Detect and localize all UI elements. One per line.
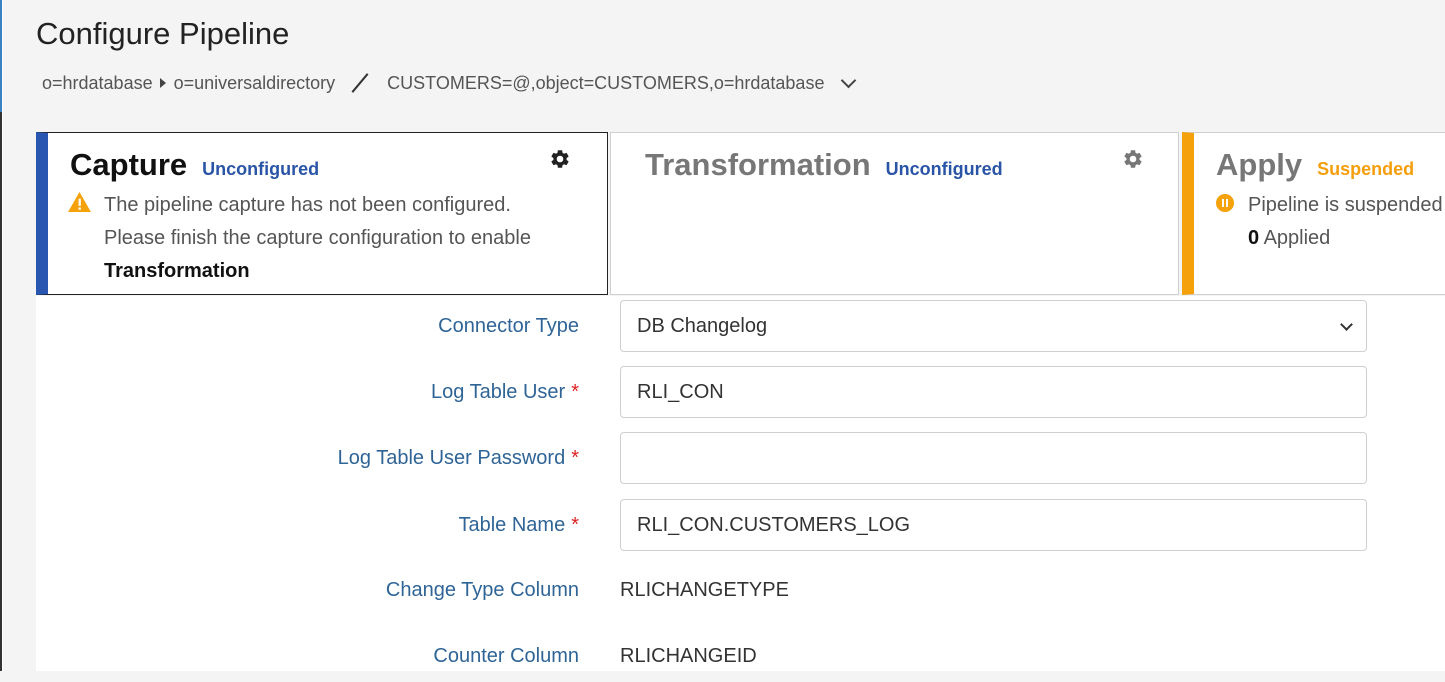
change-type-column-value: RLICHANGETYPE [620, 578, 789, 601]
breadcrumb: o=hrdatabase o=universaldirectory CUSTOM… [42, 71, 857, 95]
capture-status-badge: Unconfigured [202, 159, 320, 179]
apply-title: Apply [1216, 147, 1303, 182]
capture-config-form: Connector Type DB Changelog Log Table Us… [36, 296, 1445, 671]
connector-type-label: Connector Type [438, 314, 579, 337]
breadcrumb-item-universaldirectory[interactable]: o=universaldirectory [174, 73, 336, 94]
required-marker: * [571, 513, 579, 536]
chevron-down-icon[interactable] [841, 72, 857, 88]
window-left-edge [0, 0, 3, 671]
transformation-card[interactable]: Transformation Unconfigured [610, 132, 1179, 295]
capture-message-line3: Transformation [104, 260, 250, 282]
counter-column-label: Counter Column [433, 644, 579, 667]
capture-message: The pipeline capture has not been config… [104, 189, 531, 288]
pause-icon [1216, 194, 1234, 212]
counter-column-value: RLICHANGEID [620, 644, 757, 667]
log-table-user-value: RLI_CON [637, 380, 724, 403]
breadcrumb-current[interactable]: CUSTOMERS=@,object=CUSTOMERS,o=hrdatabas… [387, 73, 824, 94]
counter-column-row: Counter Column RLICHANGEID [36, 630, 1445, 682]
connector-type-value: DB Changelog [637, 314, 768, 337]
log-table-password-row: Log Table User Password * [36, 432, 1445, 484]
table-name-row: Table Name * RLI_CON.CUSTOMERS_LOG [36, 499, 1445, 551]
required-marker: * [571, 446, 579, 469]
table-name-input[interactable]: RLI_CON.CUSTOMERS_LOG [620, 499, 1367, 551]
applied-count-value: 0 [1248, 227, 1260, 249]
log-table-user-input[interactable]: RLI_CON [620, 366, 1367, 418]
log-table-user-row: Log Table User * RLI_CON [36, 366, 1445, 418]
log-table-password-label: Log Table User Password * [337, 446, 579, 469]
connector-type-row: Connector Type DB Changelog [36, 300, 1445, 352]
transformation-status-badge: Unconfigured [885, 159, 1003, 179]
chevron-down-icon [1340, 318, 1353, 331]
apply-card[interactable]: Apply Suspended Pipeline is suspended 0 … [1182, 132, 1445, 295]
transformation-title: Transformation [645, 147, 871, 182]
gear-icon[interactable] [1122, 148, 1144, 170]
apply-message: Pipeline is suspended 0 Applied [1248, 189, 1443, 255]
required-marker: * [571, 380, 579, 403]
page-title: Configure Pipeline [36, 16, 290, 51]
capture-card-header: Capture Unconfigured [70, 147, 319, 183]
connector-type-select[interactable]: DB Changelog [620, 300, 1367, 352]
change-type-column-row: Change Type Column RLICHANGETYPE [36, 564, 1445, 616]
capture-title: Capture [70, 147, 188, 182]
apply-applied-count: 0 Applied [1248, 222, 1443, 255]
capture-message-line2: Please finish the capture configuration … [104, 227, 531, 249]
table-name-value: RLI_CON.CUSTOMERS_LOG [637, 513, 911, 536]
capture-card[interactable]: Capture Unconfigured The pipeline captur… [36, 132, 608, 295]
log-table-user-label: Log Table User * [431, 380, 579, 403]
capture-message-line1: The pipeline capture has not been config… [104, 194, 511, 216]
apply-card-header: Apply Suspended [1216, 147, 1414, 183]
log-table-password-input[interactable] [620, 432, 1367, 484]
breadcrumb-item-hrdatabase[interactable]: o=hrdatabase [42, 73, 153, 94]
table-name-label: Table Name * [458, 513, 579, 536]
slash-icon [351, 73, 369, 93]
gear-icon[interactable] [549, 148, 571, 170]
caret-right-icon [159, 78, 166, 88]
transformation-card-header: Transformation Unconfigured [645, 147, 1003, 183]
apply-message-text: Pipeline is suspended [1248, 194, 1443, 216]
warning-icon [68, 192, 91, 212]
apply-status-badge: Suspended [1317, 159, 1415, 179]
applied-count-label: Applied [1263, 227, 1331, 249]
change-type-column-label: Change Type Column [385, 578, 579, 601]
